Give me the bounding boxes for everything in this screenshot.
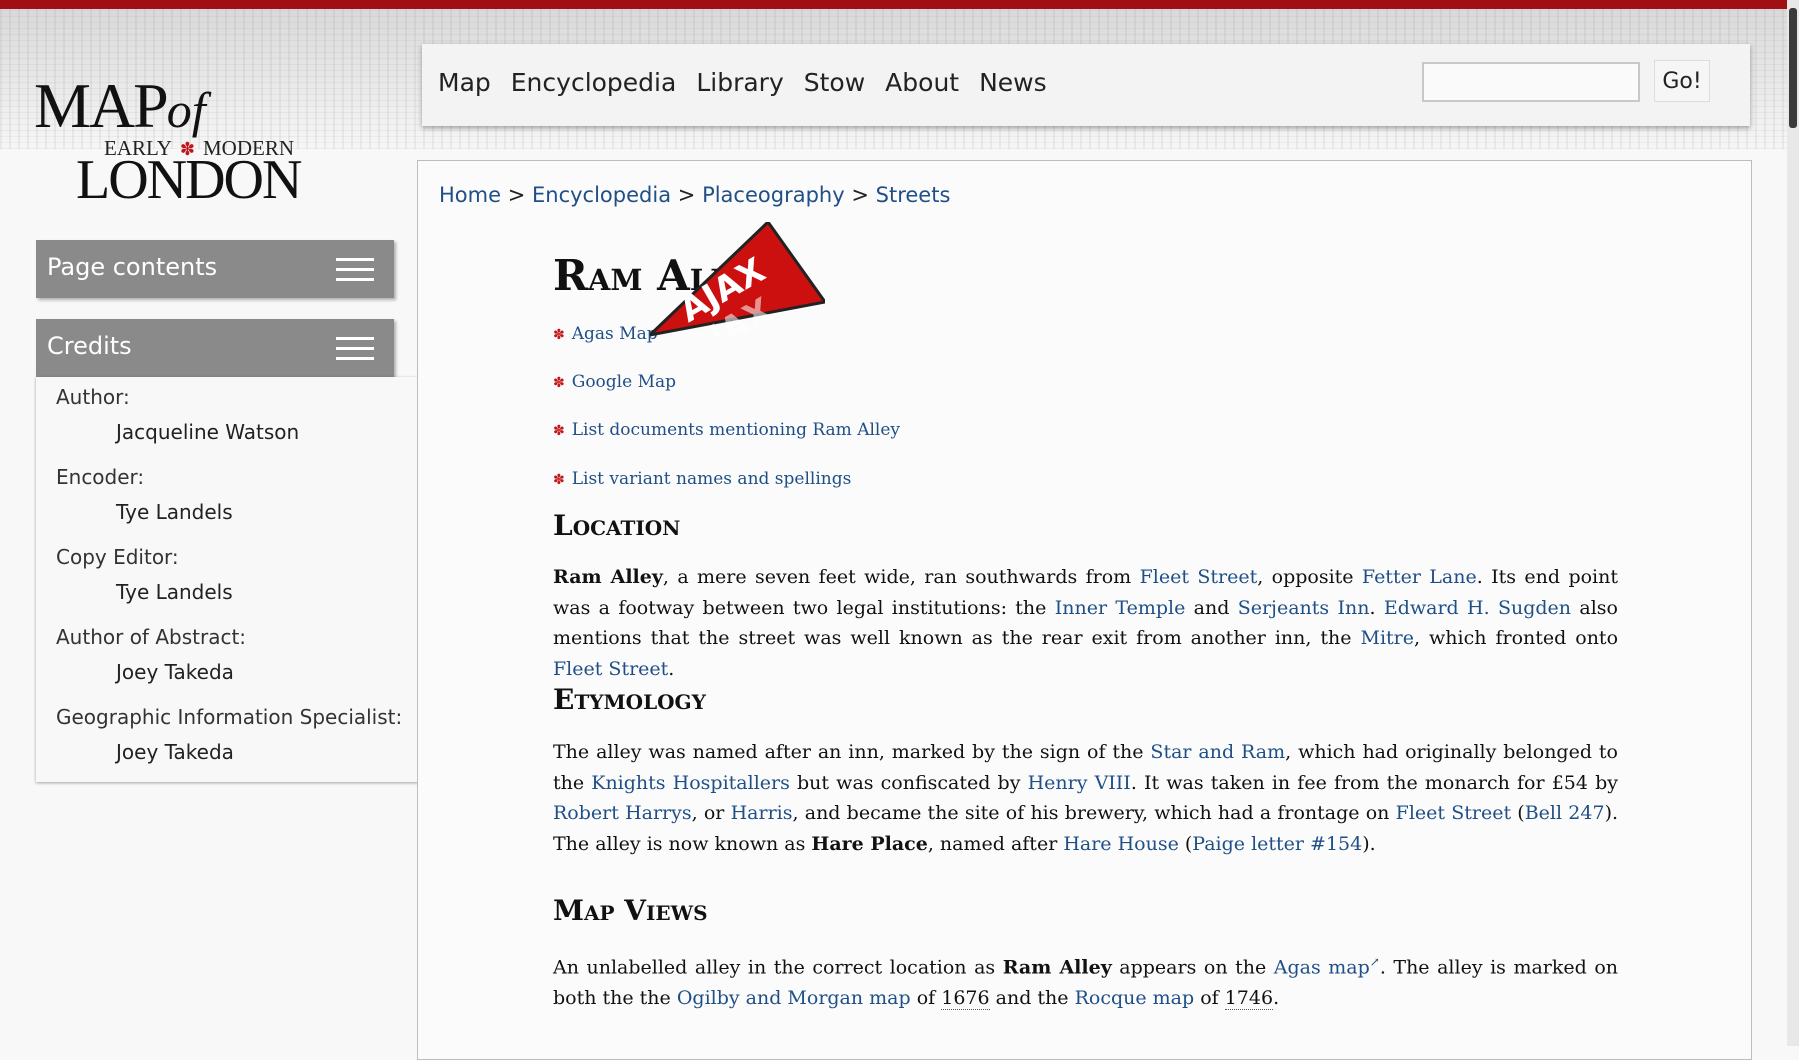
list-variant-names-link[interactable]: List variant names and spellings — [572, 469, 852, 489]
credit-entry: Author of Abstract: Joey Takeda — [56, 625, 247, 684]
breadcrumb-home[interactable]: Home — [439, 183, 501, 207]
paragraph-etymology: The alley was named after an inn, marked… — [553, 741, 1619, 855]
page-contents-label: Page contents — [47, 253, 218, 281]
search-go-button[interactable]: Go! — [1654, 60, 1710, 102]
list-item: ✽ Google Map — [553, 372, 676, 392]
nav-item-news[interactable]: News — [979, 68, 1047, 97]
top-accent-bar — [0, 0, 1799, 9]
breadcrumb-placeography[interactable]: Placeography — [702, 183, 845, 207]
rose-bullet-icon: ✽ — [553, 375, 565, 391]
nav-item-about[interactable]: About — [885, 68, 959, 97]
credit-name: Joey Takeda — [116, 660, 234, 684]
main-navigation: Map Encyclopedia Library Stow About News… — [422, 44, 1750, 126]
logo-line-map: MAPof — [34, 70, 206, 141]
credit-name: Tye Landels — [116, 580, 233, 604]
window-scrollbar[interactable] — [1787, 0, 1799, 1046]
ajax-loading-badge: AJAX AJAX — [650, 222, 825, 337]
credit-role: Author: — [56, 385, 130, 409]
paragraph-map-views: An unlabelled alley in the correct locat… — [553, 955, 1619, 1010]
main-content: Home > Encyclopedia > Placeography > Str… — [417, 160, 1752, 1060]
site-logo[interactable]: MAPof EARLY ✽ MODERN LONDON — [34, 70, 302, 209]
page-contents-toggle[interactable]: Page contents — [36, 240, 394, 298]
credit-entry: Geographic Information Specialist: Joey … — [56, 705, 403, 764]
credit-entry: Encoder: Tye Landels — [56, 465, 233, 524]
section-heading-etymology: Etymology — [553, 683, 706, 716]
credit-role: Encoder: — [56, 465, 145, 489]
list-documents-link[interactable]: List documents mentioning Ram Alley — [572, 420, 900, 440]
nav-menu: Map Encyclopedia Library Stow About News — [438, 68, 1067, 97]
paragraph-location: Ram Alley, a mere seven feet wide, ran s… — [553, 566, 1619, 680]
menu-icon — [336, 258, 374, 282]
section-heading-location: Location — [553, 509, 681, 542]
breadcrumb-encyclopedia[interactable]: Encyclopedia — [532, 183, 671, 207]
credit-role: Copy Editor: — [56, 545, 179, 569]
menu-icon — [336, 337, 374, 361]
section-heading-map-views: Map Views — [553, 894, 708, 927]
credit-role: Author of Abstract: — [56, 625, 247, 649]
credit-entry: Author: Jacqueline Watson — [56, 385, 299, 444]
nav-item-map[interactable]: Map — [438, 68, 491, 97]
rose-bullet-icon: ✽ — [553, 423, 565, 439]
credits-toggle[interactable]: Credits — [36, 319, 394, 377]
credit-entry: Copy Editor: Tye Landels — [56, 545, 233, 604]
rose-bullet-icon: ✽ — [553, 472, 565, 488]
credits-label: Credits — [47, 332, 132, 360]
scrollbar-thumb[interactable] — [1789, 8, 1797, 128]
breadcrumb: Home > Encyclopedia > Placeography > Str… — [439, 183, 951, 207]
logo-line-london: LONDON — [76, 149, 302, 211]
list-item: ✽ List variant names and spellings — [553, 469, 851, 489]
credit-name: Tye Landels — [116, 500, 233, 524]
google-map-link[interactable]: Google Map — [572, 372, 676, 392]
search-input[interactable] — [1422, 62, 1640, 102]
agas-map-link[interactable]: Agas Map — [572, 324, 658, 344]
rose-bullet-icon: ✽ — [553, 327, 565, 343]
credit-name: Jacqueline Watson — [116, 420, 300, 444]
nav-item-encyclopedia[interactable]: Encyclopedia — [511, 68, 677, 97]
list-item: ✽ List documents mentioning Ram Alley — [553, 420, 900, 440]
nav-item-library[interactable]: Library — [696, 68, 783, 97]
credit-role: Geographic Information Specialist: — [56, 705, 403, 729]
credit-name: Joey Takeda — [116, 740, 234, 764]
breadcrumb-streets[interactable]: Streets — [876, 183, 951, 207]
list-item: ✽ Agas Map — [553, 324, 658, 344]
nav-item-stow[interactable]: Stow — [804, 68, 865, 97]
